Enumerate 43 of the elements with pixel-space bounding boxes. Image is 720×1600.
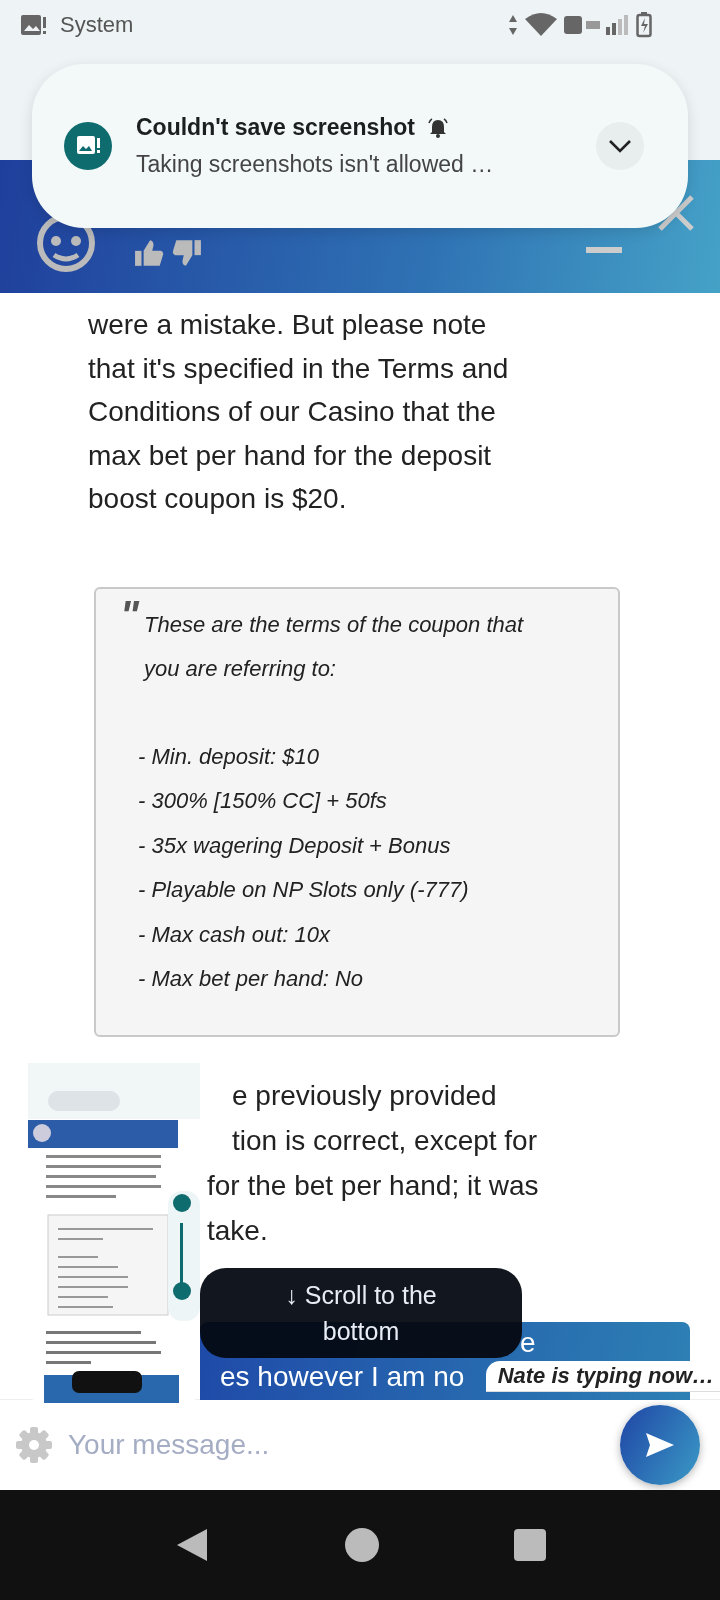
quote-text-line: you are referring to:: [142, 654, 337, 683]
typing-indicator: Nate is typing now…: [485, 1361, 720, 1392]
message-text-line: that it's specified in the Terms and: [88, 351, 510, 386]
notification-card[interactable]: Couldn't save screenshot Taking screenshots isn't allowed …: [32, 64, 688, 228]
message-text-line: boost coupon is $20.: [88, 482, 348, 516]
quote-list-item: - Max cash out: 10x: [138, 920, 332, 949]
bell-ringing-icon: [427, 116, 449, 139]
message-text-line: for the bet per hand; it was: [207, 1168, 540, 1203]
screenshot-thumbnail-drawing[interactable]: [28, 1063, 200, 1403]
send-icon: [645, 1432, 675, 1458]
quote-text-line: These are the terms of the coupon that: [143, 610, 525, 639]
status-app-label: System: [60, 12, 134, 38]
image-alert-icon: [64, 122, 112, 170]
quote-list-item: - Playable on NP Slots only (-777): [138, 876, 470, 904]
data-arrows-icon: [508, 14, 518, 36]
back-icon[interactable]: [175, 1527, 209, 1563]
home-icon[interactable]: [343, 1527, 380, 1563]
message-text-line: Conditions of our Casino that the: [88, 395, 497, 429]
chevron-down-icon: [608, 139, 632, 153]
battery-charging-icon: [636, 12, 652, 38]
user-message-line: es however I am no: [220, 1360, 465, 1394]
message-text-line: max bet per hand for the deposit: [88, 438, 493, 473]
quote-list-item: - 300% [150% CC] + 50fs: [138, 787, 388, 815]
message-text-line: were a mistake. But please note: [88, 308, 488, 342]
hd-lte-signal-icon: [564, 13, 630, 37]
thumbs-up-icon[interactable]: [134, 239, 164, 267]
quote-list-item: - 35x wagering Deposit + Bonus: [138, 831, 452, 860]
quote-list-item: - Max bet per hand: No: [138, 965, 364, 993]
scroll-to-bottom-button[interactable]: ↓ Scroll to the bottom: [200, 1268, 522, 1358]
message-text-line: take.: [207, 1213, 269, 1248]
message-text-line: e previously provided: [231, 1078, 498, 1113]
notification-text: Taking screenshots isn't allowed …: [136, 151, 495, 178]
message-input[interactable]: Your message...: [66, 1428, 608, 1462]
image-alert-icon: [20, 13, 48, 37]
notification-title: Couldn't save screenshot: [136, 114, 415, 141]
user-message-line: e: [520, 1326, 536, 1360]
quote-list-item: - Min. deposit: $10: [138, 742, 320, 771]
message-text-line: tion is correct, except for: [231, 1123, 538, 1158]
expand-button[interactable]: [596, 122, 644, 170]
wifi-icon: [524, 13, 558, 37]
quote-mark: ": [120, 592, 139, 638]
thumbs-down-icon[interactable]: [172, 239, 202, 267]
send-button[interactable]: [620, 1405, 700, 1485]
